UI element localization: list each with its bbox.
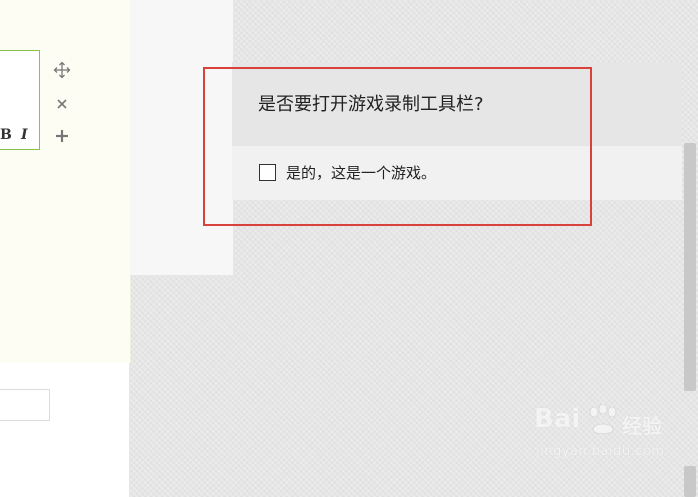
baidu-jingyan-watermark: Bai 经验 jingyan.baidu.com	[534, 404, 679, 468]
plus-icon[interactable]	[52, 126, 72, 146]
bottom-input-field[interactable]	[0, 389, 50, 421]
scrollbar-thumb-lower[interactable]	[684, 466, 696, 497]
dialog-header: 是否要打开游戏录制工具栏?	[232, 62, 682, 146]
dialog-body: 是的，这是一个游戏。	[232, 146, 682, 200]
bold-button[interactable]: B	[0, 127, 12, 143]
italic-button[interactable]: I	[21, 127, 28, 143]
game-confirm-label[interactable]: 是的，这是一个游戏。	[286, 163, 436, 183]
dialog-title: 是否要打开游戏录制工具栏?	[258, 94, 484, 115]
close-icon[interactable]	[52, 94, 72, 114]
game-bar-dialog: 是否要打开游戏录制工具栏? 是的，这是一个游戏。	[232, 62, 682, 200]
watermark-suffix: 经验	[622, 414, 662, 438]
move-icon[interactable]	[52, 60, 72, 80]
watermark-url: jingyan.baidu.com	[536, 444, 665, 459]
game-confirm-checkbox[interactable]	[259, 164, 276, 181]
paw-icon	[589, 404, 617, 435]
middle-panel	[130, 0, 234, 276]
scrollbar-thumb[interactable]	[684, 143, 696, 391]
watermark-brand: Bai	[534, 404, 581, 434]
editor-bottom-area	[0, 363, 129, 497]
